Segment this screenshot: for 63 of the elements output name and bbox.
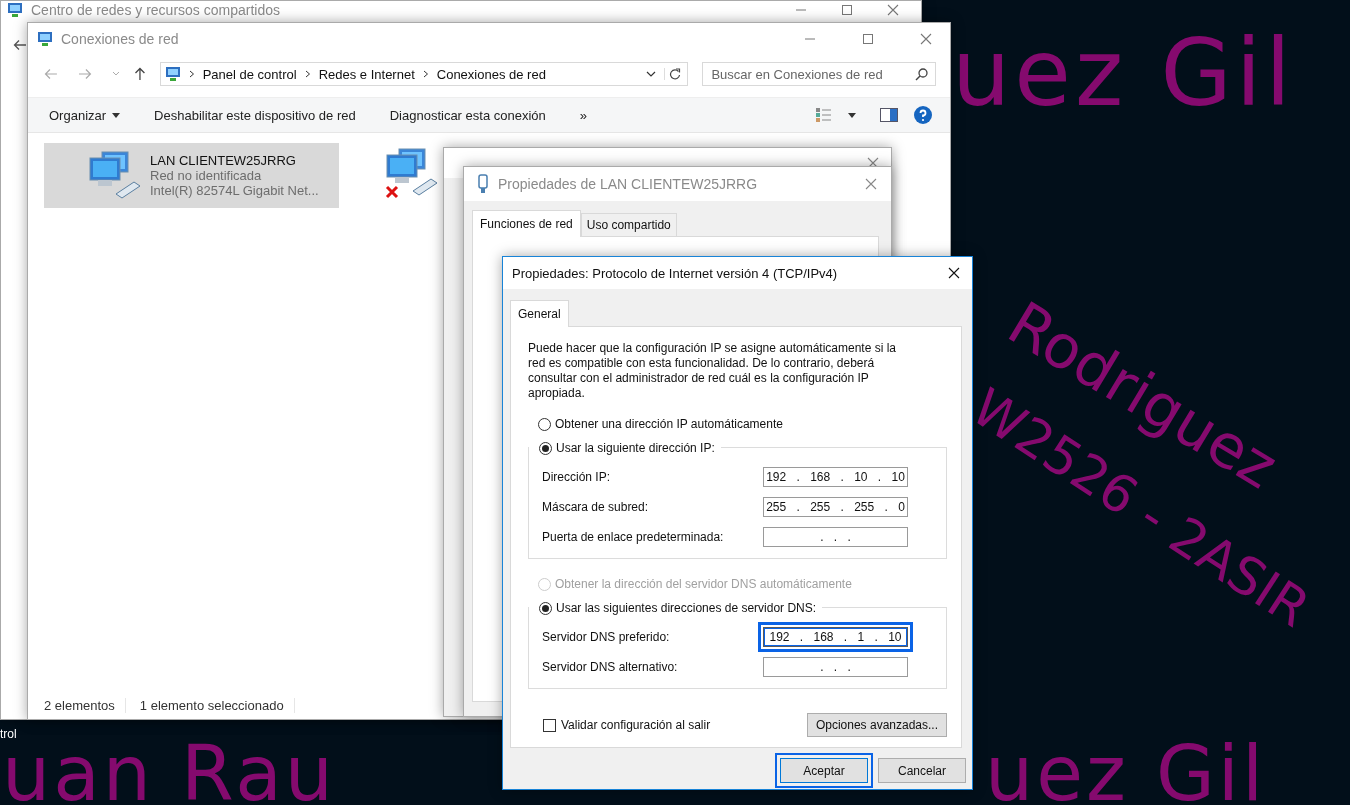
description-text: Puede hacer que la configuración IP se asigne automáticamente si la red es compatible con esta funcionalidad. De lo contrario, deberá consultar con el administrador de red cuál es la configuración IP apropiada. xyxy=(528,341,897,401)
disconnected-network-icon[interactable] xyxy=(385,147,439,199)
tab[interactable]: Uso compartido xyxy=(580,213,677,236)
help-icon[interactable] xyxy=(914,106,932,124)
toolbar-button[interactable]: Diagnosticar esta conexión xyxy=(380,103,555,127)
desktop-icon-label[interactable]: trol xyxy=(0,727,17,741)
preview-pane-icon[interactable] xyxy=(880,108,898,122)
network-icon xyxy=(7,2,23,18)
field-label: Servidor DNS preferido: xyxy=(542,630,671,644)
connection-name: LAN CLIENTEW25JRRG xyxy=(150,153,297,168)
address-bar[interactable]: Panel de control Redes e Internet Conexiones de red xyxy=(159,62,689,86)
ip-address-field[interactable]: 192 . 168 . 10 . 10 xyxy=(763,467,908,487)
maximize-icon[interactable] xyxy=(841,4,853,16)
dropdown-chevron-icon[interactable] xyxy=(646,71,657,77)
ip-address-field[interactable]: 255 . 255 . 255 . 0 xyxy=(763,497,908,517)
connection-status: Red no identificada xyxy=(150,168,263,183)
refresh-icon[interactable] xyxy=(664,68,682,80)
search-icon[interactable] xyxy=(915,68,928,81)
back-arrow-icon[interactable] xyxy=(13,39,27,51)
checkbox-option[interactable]: Validar configuración al salir xyxy=(528,718,711,732)
up-arrow-icon[interactable] xyxy=(133,67,146,81)
window-title: Centro de redes y recursos compartidos xyxy=(31,2,280,18)
radio-button[interactable] xyxy=(539,601,552,615)
advanced-options-button[interactable]: Opciones avanzadas... xyxy=(806,713,947,737)
network-adapter-icon xyxy=(476,174,490,194)
ip-address-field[interactable]: . . . xyxy=(763,657,908,677)
status-text: 2 elementos xyxy=(44,697,126,713)
search-field[interactable]: Buscar en Conexiones de red xyxy=(702,62,936,86)
network-connection-item[interactable]: LAN CLIENTEW25JRRG Red no identificada Intel(R) 82574L Gigabit Net... xyxy=(44,143,339,208)
cancel-button[interactable]: Cancelar xyxy=(878,758,966,783)
menu-button[interactable]: Organizar xyxy=(40,103,130,127)
view-options-icon[interactable] xyxy=(816,108,832,122)
chevron-right-icon[interactable] xyxy=(304,70,311,78)
ip-address-field[interactable]: . . . xyxy=(763,527,908,547)
radio-button[interactable] xyxy=(539,441,552,455)
radio-button[interactable] xyxy=(538,417,551,431)
window-title: Propiedades: Protocolo de Internet versión 4 (TCP/IPv4) xyxy=(512,265,838,281)
wallpaper-text: uan Rau xyxy=(2,744,336,804)
checkbox[interactable] xyxy=(543,718,556,732)
breadcrumb-item[interactable]: Panel de control xyxy=(202,66,297,82)
tab[interactable]: Funciones de red xyxy=(472,210,581,237)
breadcrumb-item[interactable]: Redes e Internet xyxy=(318,66,415,82)
tab[interactable]: General xyxy=(510,300,569,327)
field-label: Máscara de subred: xyxy=(542,500,650,514)
close-icon[interactable] xyxy=(948,267,960,279)
caret-icon xyxy=(112,112,121,118)
status-text: 1 elemento seleccionado xyxy=(139,697,295,713)
adapter-name: Intel(R) 82574L Gigabit Net... xyxy=(150,183,319,198)
chevron-right-icon[interactable] xyxy=(422,70,429,78)
window-title: Conexiones de red xyxy=(61,31,179,47)
window-title: Propiedades de LAN CLIENTEW25JRRG xyxy=(498,176,758,192)
maximize-icon[interactable] xyxy=(862,33,874,45)
field-label: Servidor DNS alternativo: xyxy=(542,660,679,674)
caret-icon[interactable] xyxy=(848,112,856,118)
field-label: Puerta de enlace predeterminada: xyxy=(542,530,725,544)
chevron-right-icon[interactable] xyxy=(188,70,195,78)
more-button[interactable]: » xyxy=(570,103,596,127)
wallpaper-text: uez Gil xyxy=(985,744,1267,804)
wallpaper-text: uez Gil xyxy=(952,28,1295,120)
field-label: Dirección IP: xyxy=(542,470,612,484)
radio-option[interactable]: Obtener una dirección IP automáticamente xyxy=(528,413,947,435)
breadcrumb-item[interactable]: Conexiones de red xyxy=(436,66,546,82)
toolbar-button[interactable]: Deshabilitar este dispositivo de red xyxy=(145,103,365,127)
